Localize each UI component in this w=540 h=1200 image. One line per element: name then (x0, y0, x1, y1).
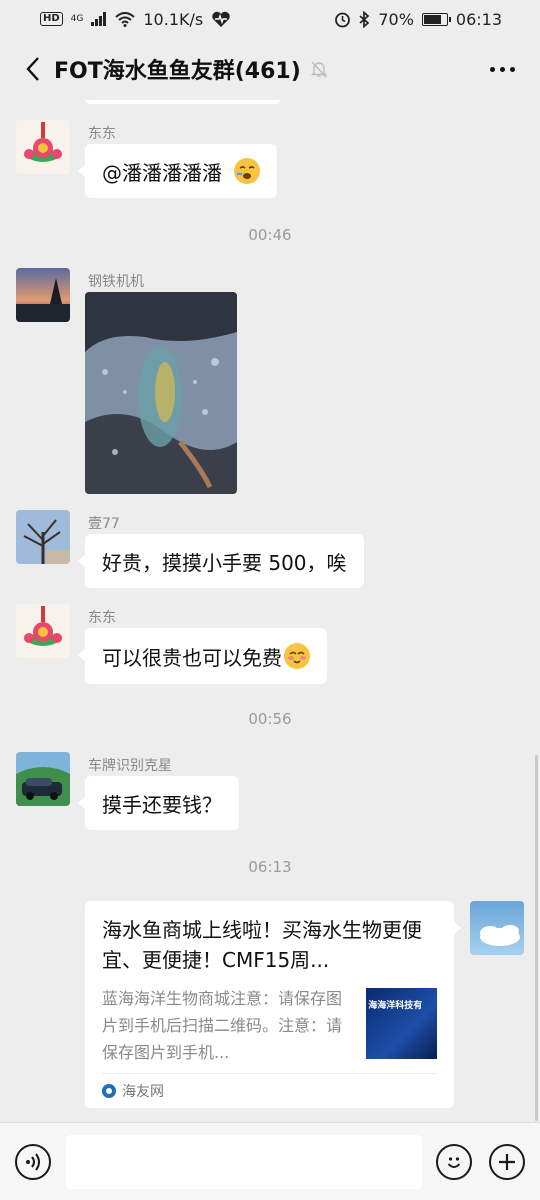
input-bar (0, 1122, 540, 1200)
timestamp: 00:56 (248, 710, 292, 728)
smiley-icon (447, 1157, 461, 1168)
battery-icon (421, 12, 451, 26)
chevron-left-icon (26, 57, 39, 81)
avatar[interactable] (16, 268, 70, 322)
card-thumbnail: 海海洋科技有 (366, 988, 437, 1059)
voice-button[interactable] (15, 1144, 51, 1180)
source-logo-icon (102, 1084, 116, 1098)
timestamp: 06:13 (248, 858, 292, 876)
avatar[interactable] (16, 510, 70, 564)
sender-name: 钢铁机机 (88, 274, 144, 290)
signal-icon (91, 12, 107, 26)
emoji-face-icon (234, 158, 260, 184)
message-text: @潘潘潘潘潘 (102, 160, 222, 185)
plus-icon (499, 1154, 515, 1170)
card-divider (102, 1073, 437, 1074)
card-source-name: 海友网 (122, 1084, 164, 1100)
card-description: 蓝海海洋生物商城注意：请保存图片到手机后扫描二维码。注意：请保存图片到手机... (102, 989, 343, 1062)
sender-name: 东东 (88, 126, 116, 142)
previous-message-bubble (85, 100, 281, 104)
avatar[interactable] (16, 604, 70, 658)
card-title: 海水鱼商城上线啦！买海水生物更便宜、更便捷！CMF15周... (102, 918, 422, 972)
message-image[interactable] (85, 292, 237, 494)
link-card[interactable]: 海水鱼商城上线啦！买海水生物更便宜、更便捷！CMF15周... 蓝海海洋生物商城… (85, 901, 461, 1108)
heart-pulse-icon (212, 11, 230, 27)
hd-badge: HD (40, 12, 63, 26)
sender-name: 车牌识别克星 (88, 758, 172, 774)
network-type: 4G (70, 14, 84, 24)
chat-title: FOT海水鱼鱼友群(461) (54, 59, 301, 84)
chat-area[interactable]: 东东 @潘潘潘潘潘 00:46 钢铁机机 壹77 好贵，摸摸小手要 500，唉 … (0, 100, 540, 1122)
card-thumbnail-text: 海海洋科技有 (368, 1001, 423, 1011)
avatar[interactable] (16, 120, 70, 174)
sender-name: 东东 (88, 610, 116, 626)
card-source: 海友网 (102, 1081, 164, 1101)
battery-percent: 70% (378, 9, 414, 29)
blushing-emoji-icon (284, 643, 310, 669)
timestamp: 00:46 (248, 226, 292, 244)
more-options-button[interactable] (480, 49, 524, 89)
message-input[interactable] (66, 1135, 422, 1189)
alarm-icon (335, 12, 351, 27)
more-functions-button[interactable] (489, 1144, 525, 1180)
more-dot-icon (499, 66, 505, 72)
message-bubble[interactable]: @潘潘潘潘潘 (78, 144, 277, 198)
emoji-button[interactable] (436, 1144, 472, 1180)
message-text: 可以很贵也可以免费 (102, 645, 282, 670)
back-button[interactable] (16, 49, 50, 89)
scrollbar[interactable] (535, 755, 538, 1121)
status-time: 06:13 (455, 9, 502, 29)
voice-icon (26, 1153, 40, 1171)
avatar[interactable] (16, 752, 70, 806)
message-bubble[interactable]: 摸手还要钱？ (78, 776, 239, 830)
message-bubble[interactable]: 好贵，摸摸小手要 500，唉 (78, 534, 364, 588)
chat-header: FOT海水鱼鱼友群(461) (0, 38, 540, 100)
message-text: 好贵，摸摸小手要 500，唉 (102, 550, 347, 575)
bluetooth-icon (359, 10, 370, 28)
mute-bell-icon (310, 61, 327, 78)
wifi-icon (115, 11, 136, 27)
sender-name: 壹77 (88, 516, 120, 532)
my-avatar[interactable] (470, 901, 524, 955)
status-bar: HD 4G 10.1K/s 70% 06:13 (0, 0, 540, 38)
more-dot-icon (489, 66, 495, 72)
network-speed: 10.1K/s (143, 9, 204, 29)
message-bubble[interactable]: 可以很贵也可以免费 (78, 628, 327, 684)
message-text: 摸手还要钱？ (102, 792, 222, 817)
more-dot-icon (509, 66, 515, 72)
